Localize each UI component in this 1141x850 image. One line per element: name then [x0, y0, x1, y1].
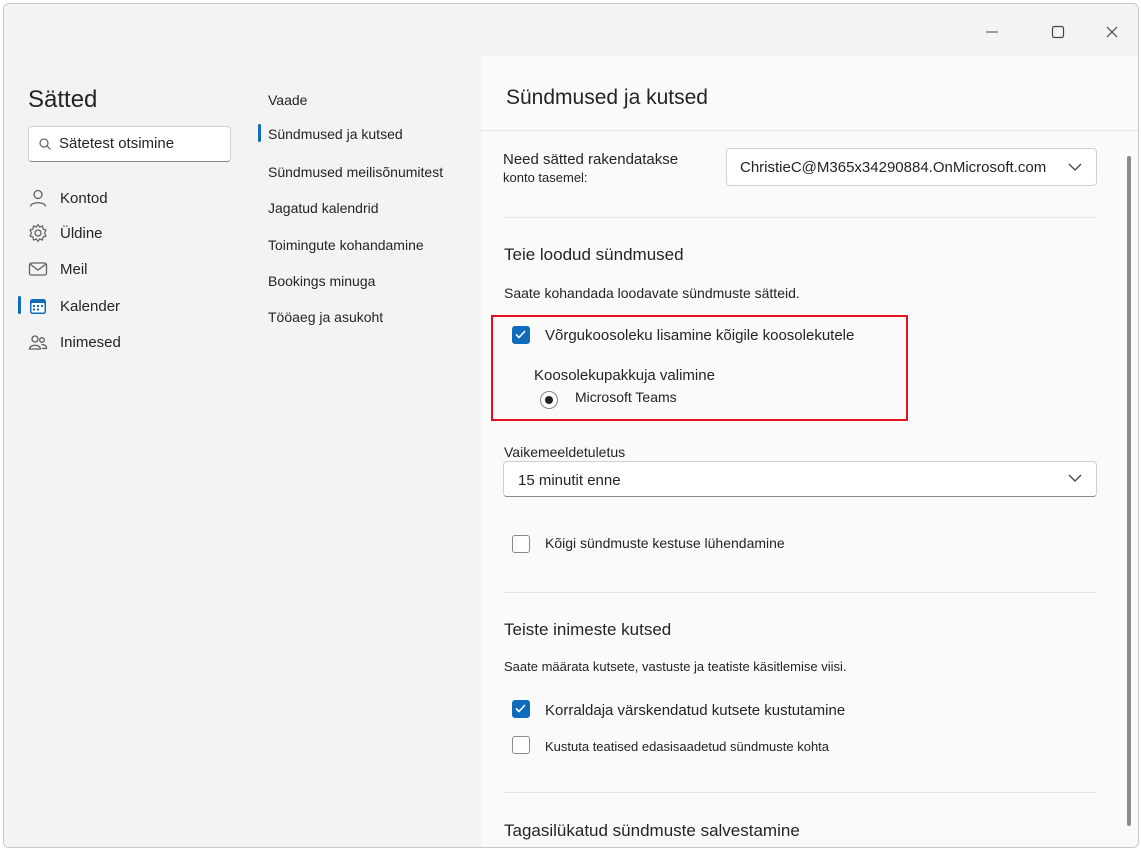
- subnav-item-label: Bookings minuga: [268, 273, 376, 289]
- title-bar: [4, 4, 1138, 56]
- delete-updated-invitations-label: Korraldaja värskendatud kutsete kustutam…: [545, 702, 846, 719]
- maximize-button[interactable]: [1043, 18, 1073, 46]
- shorten-events-label: Kõigi sündmuste kestuse lühendamine: [545, 535, 785, 551]
- subnav-item-events-from-email[interactable]: Sündmused meilisõnumitest: [258, 156, 473, 188]
- online-meeting-checkbox[interactable]: [512, 326, 530, 344]
- radio-dot: [545, 396, 553, 404]
- chevron-down-icon: [1068, 474, 1082, 482]
- default-reminder-dropdown[interactable]: 15 minutit enne: [503, 461, 1097, 497]
- settings-title: Sätted: [28, 86, 98, 113]
- subnav-item-label: Jagatud kalendrid: [268, 200, 379, 216]
- subnav-header: Vaade: [268, 92, 308, 108]
- search-box[interactable]: [28, 126, 231, 162]
- divider: [503, 592, 1097, 593]
- shorten-events-checkbox[interactable]: [512, 535, 530, 553]
- provider-radio-teams[interactable]: [540, 391, 558, 409]
- settings-content: Sündmused ja kutsed Need sätted rakendat…: [481, 56, 1138, 847]
- search-input[interactable]: [59, 128, 224, 158]
- account-scope-label: Need sätted rakendatakse konto tasemel:: [503, 151, 678, 187]
- subnav-item-work-hours-location[interactable]: Tööaeg ja asukoht: [258, 301, 473, 333]
- vertical-scrollbar[interactable]: [1127, 156, 1131, 826]
- people-icon: [28, 335, 48, 350]
- maximize-icon: [1051, 25, 1065, 39]
- subnav-item-label: Sündmused ja kutsed: [268, 126, 403, 142]
- subnav-item-bookings-with-me[interactable]: Bookings minuga: [258, 265, 473, 297]
- section-title-your-events: Teie loodud sündmused: [504, 245, 684, 264]
- subnav-item-customize-actions[interactable]: Toimingute kohandamine: [258, 229, 473, 261]
- account-select[interactable]: ChristieC@M365x34290884.OnMicrosoft.com: [726, 148, 1097, 186]
- section-title-others-invitations: Teiste inimeste kutsed: [504, 620, 672, 639]
- settings-window: Sätted Kontod Üldine: [3, 3, 1139, 848]
- delete-forward-notifications-checkbox[interactable]: [512, 736, 530, 754]
- delete-updated-invitations-checkbox[interactable]: [512, 700, 530, 718]
- selected-indicator: [18, 296, 21, 314]
- close-button[interactable]: [1097, 18, 1127, 46]
- page-title: Sündmused ja kutsed: [506, 86, 708, 109]
- sidebar-item-label: Inimesed: [60, 334, 121, 351]
- sidebar-item-label: Meil: [60, 261, 88, 278]
- provider-option-label: Microsoft Teams: [575, 389, 677, 405]
- sidebar-item-accounts[interactable]: Kontod: [18, 182, 240, 214]
- provider-label: Koosolekupakkuja valimine: [534, 367, 715, 384]
- delete-forward-notifications-label: Kustuta teatised edasisaadetud sündmuste…: [545, 739, 830, 754]
- chevron-down-icon: [1068, 163, 1082, 171]
- minimize-button[interactable]: [977, 18, 1007, 46]
- search-icon: [39, 138, 51, 150]
- calendar-icon: [30, 299, 46, 314]
- person-icon: [29, 189, 47, 207]
- subnav-item-shared-calendars[interactable]: Jagatud kalendrid: [258, 192, 473, 224]
- mail-icon: [28, 262, 48, 276]
- sidebar-item-label: Kontod: [60, 190, 108, 207]
- settings-sidebar: Sätted Kontod Üldine: [4, 56, 254, 847]
- sidebar-item-label: Üldine: [60, 225, 103, 242]
- checkmark-icon: [515, 330, 526, 339]
- section-desc-others-invitations: Saate määrata kutsete, vastuste ja teati…: [504, 659, 847, 674]
- default-reminder-value: 15 minutit enne: [518, 472, 621, 489]
- sidebar-item-mail[interactable]: Meil: [18, 253, 240, 285]
- sidebar-item-label: Kalender: [60, 298, 121, 315]
- minimize-icon: [986, 31, 998, 33]
- subnav-item-events-invitations[interactable]: Sündmused ja kutsed: [258, 118, 473, 150]
- calendar-subnav: Vaade Sündmused ja kutsed Sündmused meil…: [254, 56, 481, 847]
- sidebar-item-general[interactable]: Üldine: [18, 217, 240, 249]
- account-select-value: ChristieC@M365x34290884.OnMicrosoft.com: [740, 159, 1047, 176]
- online-meeting-label: Võrgukoosoleku lisamine kõigile koosolek…: [545, 327, 855, 344]
- close-icon: [1106, 26, 1118, 38]
- divider: [503, 792, 1097, 793]
- subnav-item-label: Toimingute kohandamine: [268, 237, 424, 253]
- checkmark-icon: [515, 704, 526, 713]
- gear-icon: [29, 223, 47, 243]
- settings-scroll-area[interactable]: Need sätted rakendatakse konto tasemel: …: [481, 131, 1126, 847]
- subnav-item-label: Sündmused meilisõnumitest: [268, 164, 444, 180]
- selected-indicator: [258, 124, 261, 142]
- divider: [503, 217, 1097, 218]
- sidebar-item-calendar[interactable]: Kalender: [18, 290, 240, 322]
- default-reminder-label: Vaikemeeldetuletus: [504, 444, 626, 460]
- sidebar-item-people[interactable]: Inimesed: [18, 326, 240, 358]
- subnav-item-label: Tööaeg ja asukoht: [268, 309, 384, 325]
- account-scope-label-line1: Need sätted rakendatakse: [503, 151, 679, 168]
- account-scope-label-line2: konto tasemel:: [503, 170, 588, 185]
- section-title-declined-events: Tagasilükatud sündmuste salvestamine: [504, 821, 800, 840]
- section-desc-your-events: Saate kohandada loodavate sündmuste sätt…: [504, 285, 800, 301]
